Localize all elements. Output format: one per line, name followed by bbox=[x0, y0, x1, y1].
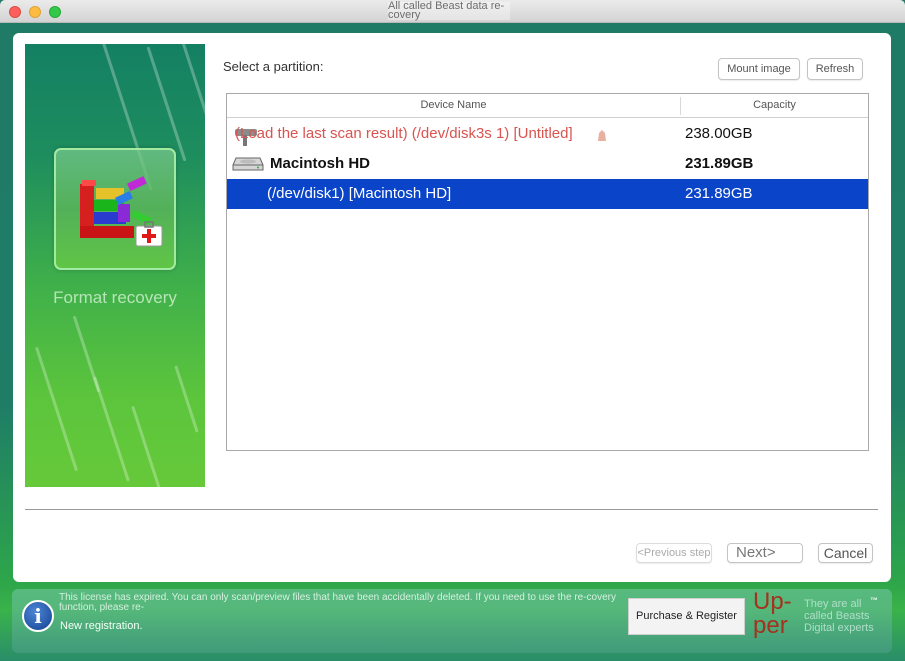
background-streak bbox=[34, 346, 79, 472]
hand-icon bbox=[598, 130, 606, 141]
minimize-window-button[interactable] bbox=[29, 6, 41, 18]
table-header: Device Name Capacity bbox=[227, 94, 868, 118]
cancel-button[interactable]: Cancel bbox=[818, 543, 873, 563]
table-row[interactable]: Macintosh HD 231.89GB bbox=[227, 149, 868, 179]
device-capacity: 238.00GB bbox=[685, 125, 753, 142]
title-bar: All called Beast data re-covery bbox=[0, 0, 905, 23]
license-message: This license has expired. You can only s… bbox=[59, 592, 617, 613]
device-capacity: 231.89GB bbox=[685, 185, 753, 202]
brand-tagline: They are all called Beasts Digital exper… bbox=[804, 598, 874, 634]
device-name: (/dev/disk1) [Macintosh HD] bbox=[267, 185, 452, 202]
device-name: (Load the last scan result) (/dev/disk3s… bbox=[235, 125, 573, 142]
maximize-window-button[interactable] bbox=[49, 6, 61, 18]
column-header-capacity[interactable]: Capacity bbox=[680, 97, 868, 115]
partition-table: Device Name Capacity (Load the last scan… bbox=[226, 93, 869, 451]
license-footer: i This license has expired. You can only… bbox=[12, 589, 892, 653]
select-partition-label: Select a partition: bbox=[223, 59, 324, 74]
column-header-device-name[interactable]: Device Name bbox=[227, 94, 680, 118]
feature-label: Format recovery bbox=[53, 288, 177, 307]
close-window-button[interactable] bbox=[9, 6, 21, 18]
background-streak bbox=[174, 365, 199, 433]
mount-image-button[interactable]: Mount image bbox=[718, 58, 800, 80]
sidebar: Format recovery bbox=[25, 44, 205, 487]
previous-step-button[interactable]: <Previous step bbox=[636, 543, 712, 563]
info-icon: i bbox=[22, 600, 54, 632]
next-button[interactable]: Next> bbox=[727, 543, 803, 563]
table-row[interactable]: (Load the last scan result) (/dev/disk3s… bbox=[227, 119, 868, 149]
background-streak bbox=[131, 405, 162, 487]
format-recovery-tile[interactable] bbox=[54, 148, 176, 270]
purchase-register-button[interactable]: Purchase & Register bbox=[628, 598, 745, 635]
main-panel: Format recovery Select a partition: Moun… bbox=[13, 33, 891, 582]
hard-drive-icon bbox=[232, 157, 264, 171]
brand-logo: Up-per bbox=[753, 588, 792, 639]
trademark-symbol: ™ bbox=[870, 596, 878, 605]
divider bbox=[25, 509, 878, 510]
new-registration-link[interactable]: New registration. bbox=[60, 620, 143, 632]
background-streak bbox=[146, 46, 187, 162]
format-recovery-icon bbox=[80, 176, 163, 247]
device-name: Macintosh HD bbox=[270, 155, 371, 172]
device-capacity: 231.89GB bbox=[685, 155, 754, 172]
table-row-selected[interactable]: (/dev/disk1) [Macintosh HD] 231.89GB bbox=[227, 179, 868, 209]
background-streak bbox=[181, 44, 205, 128]
window-title: All called Beast data re-covery bbox=[388, 1, 510, 21]
refresh-button[interactable]: Refresh bbox=[807, 58, 863, 80]
background-streak bbox=[72, 315, 101, 393]
